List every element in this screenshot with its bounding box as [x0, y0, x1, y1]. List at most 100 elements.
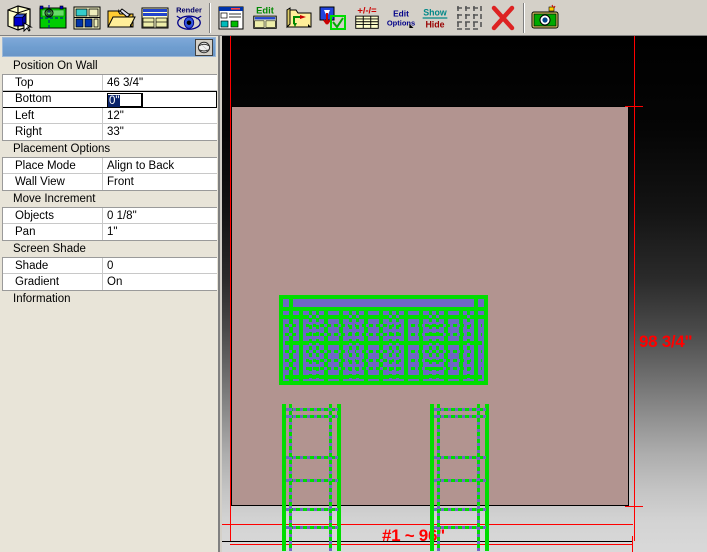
property-group-rows: Objects 0 1/8" Pan 1" — [2, 207, 217, 241]
right-base-unit[interactable] — [430, 404, 490, 551]
property-group-header: Screen Shade — [2, 241, 217, 257]
cabinet-divider — [379, 311, 383, 381]
cabinet-hidden-line — [285, 333, 482, 336]
cabinet-divider — [444, 311, 448, 381]
properties-panel: Position On Wall Top 46 3/4" Bottom 0" Left 12… — [0, 36, 220, 552]
cabinet-rail — [285, 341, 482, 345]
property-value[interactable]: Front — [103, 174, 217, 190]
edit-icon[interactable]: Edit — [249, 2, 281, 34]
cabinet-divider — [474, 295, 478, 385]
open-folder-icon[interactable] — [105, 2, 137, 34]
camera-icon[interactable] — [529, 2, 561, 34]
property-value[interactable]: 0 1/8" — [103, 208, 217, 223]
svg-text:Hide: Hide — [425, 19, 444, 29]
width-dimension-tick-right — [632, 536, 633, 552]
property-name: Pan — [3, 224, 103, 240]
cabinet-hidden-line — [285, 359, 482, 362]
cabinet-hidden-line — [396, 311, 399, 381]
cabinet-divider — [419, 311, 423, 381]
cabinet-hidden-line — [285, 350, 482, 353]
edit-options-icon[interactable]: Edit Options — [385, 2, 417, 34]
property-name: Top — [3, 75, 103, 90]
leg-hidden-line — [329, 404, 332, 551]
cabinet-library-icon[interactable] — [139, 2, 171, 34]
svg-text:Edit: Edit — [393, 8, 409, 18]
leg-hidden-line — [289, 404, 292, 551]
property-row[interactable]: Objects 0 1/8" — [3, 208, 217, 224]
property-group-header: Position On Wall — [2, 58, 217, 74]
show-hide-icon[interactable]: Show Hide — [419, 2, 451, 34]
property-value[interactable]: Align to Back — [103, 158, 217, 173]
report-icon[interactable] — [215, 2, 247, 34]
render-icon[interactable]: Render — [173, 2, 205, 34]
panel-title-bar — [2, 37, 216, 57]
cabinet-hidden-line — [285, 324, 482, 327]
property-row[interactable]: Top 46 3/4" — [3, 75, 217, 91]
property-value[interactable]: 33" — [103, 124, 217, 140]
property-group-header: Move Increment — [2, 191, 217, 207]
cabinet-hidden-line — [389, 311, 392, 381]
property-value[interactable]: On — [103, 274, 217, 290]
cabinet-hidden-line — [316, 311, 319, 381]
elevation-view-icon[interactable] — [71, 2, 103, 34]
svg-text:+/-/=: +/-/= — [357, 5, 377, 15]
main-toolbar: Render Edit +/-/= Edit Options Show Hide — [0, 0, 707, 36]
floor-plan-icon[interactable] — [37, 2, 69, 34]
property-row[interactable]: Pan 1" — [3, 224, 217, 240]
property-value[interactable]: 46 3/4" — [103, 75, 217, 90]
property-group-rows: Top 46 3/4" Bottom 0" Left 12" Right 33" — [2, 74, 217, 141]
toolbar-separator-1 — [209, 2, 211, 33]
cabinet-divider — [324, 311, 328, 381]
cabinet-hidden-line — [429, 311, 432, 381]
approve-check-icon[interactable] — [317, 2, 349, 34]
property-row[interactable]: Right 33" — [3, 124, 217, 140]
cabinet-hidden-line — [436, 311, 439, 381]
cabinet-divider — [289, 295, 293, 385]
edit-folder-icon[interactable] — [283, 2, 315, 34]
property-row[interactable]: Bottom 0" — [3, 91, 217, 108]
design-viewport[interactable]: 98 3/4" #1 ~ 96" — [222, 36, 707, 552]
property-name: Gradient — [3, 274, 103, 290]
cabinet-divider — [299, 311, 303, 381]
height-dimension-label: 98 3/4" — [639, 332, 693, 351]
property-group-rows: Place Mode Align to Back Wall View Front — [2, 157, 217, 191]
cabinet-divider — [404, 311, 408, 381]
cabinet-bottom-rail — [279, 381, 488, 385]
room-3d-view-icon[interactable] — [3, 2, 35, 34]
property-name: Left — [3, 108, 103, 123]
svg-text:Show: Show — [423, 7, 447, 17]
property-value[interactable]: 12" — [103, 108, 217, 123]
toolbar-separator-2 — [523, 2, 525, 33]
plus-minus-equal-icon[interactable]: +/-/= — [351, 2, 383, 34]
upper-cabinet-wireframe[interactable] — [279, 295, 488, 385]
delete-icon[interactable] — [487, 2, 519, 34]
property-grid: Position On Wall Top 46 3/4" Bottom 0" Left 12… — [2, 58, 217, 307]
property-name: Wall View — [3, 174, 103, 190]
cabinet-hidden-line — [285, 367, 482, 370]
property-row[interactable]: Gradient On — [3, 274, 217, 290]
property-value-input[interactable]: 0" — [107, 93, 143, 107]
cabinet-hidden-line — [467, 311, 470, 381]
property-row[interactable]: Wall View Front — [3, 174, 217, 190]
height-dimension-tick-bottom — [625, 506, 643, 507]
svg-text:Render: Render — [176, 5, 202, 14]
left-base-unit[interactable] — [282, 404, 342, 551]
property-row[interactable]: Left 12" — [3, 108, 217, 124]
property-value[interactable]: 0 — [103, 258, 217, 273]
property-group-header: Placement Options — [2, 141, 217, 157]
left-reference-line — [230, 36, 231, 541]
cabinet-hidden-line — [349, 311, 352, 381]
property-row[interactable]: Place Mode Align to Back — [3, 158, 217, 174]
grid-icon[interactable] — [453, 2, 485, 34]
property-row[interactable]: Shade 0 — [3, 258, 217, 274]
cabinet-divider — [459, 311, 463, 381]
view-sphere-button[interactable] — [195, 38, 213, 56]
leg-hidden-line — [437, 404, 440, 551]
property-value[interactable]: 0" — [103, 92, 216, 107]
property-group-header: Information — [2, 291, 217, 307]
cabinet-divider — [339, 311, 343, 381]
cabinet-hidden-line — [356, 311, 359, 381]
property-group-rows: Shade 0 Gradient On — [2, 257, 217, 291]
selected-text: 0" — [108, 95, 121, 107]
property-value[interactable]: 1" — [103, 224, 217, 240]
